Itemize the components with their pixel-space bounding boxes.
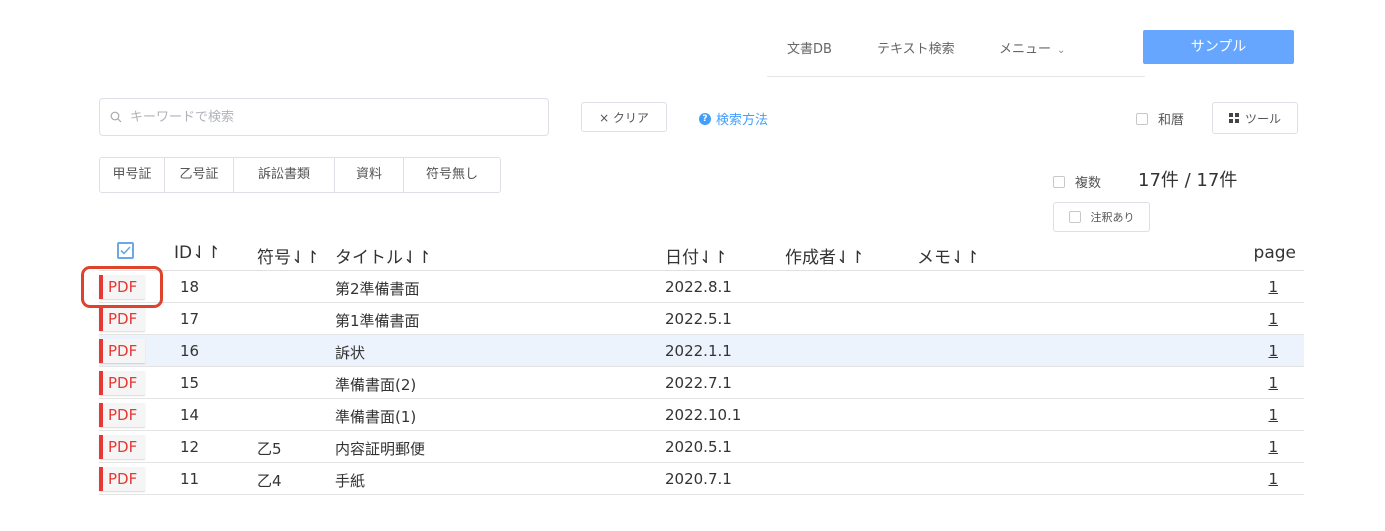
check-icon [120,246,131,255]
category-litigation-docs[interactable]: 訴訟書類 [234,158,335,192]
nav-item-text-search[interactable]: テキスト検索 [877,38,955,57]
multi-label: 複数 [1075,176,1102,191]
cell-date: 2022.8.1 [665,278,732,296]
header-id[interactable]: ID⇃↾ [174,243,221,263]
cell-date: 2022.7.1 [665,374,732,392]
category-no-code[interactable]: 符号無し [404,158,500,192]
cell-id: 17 [180,310,200,328]
cell-date: 2020.5.1 [665,438,732,456]
cell-id: 11 [180,470,200,488]
cell-date: 2022.10.1 [665,406,742,424]
cell-id: 18 [180,278,200,296]
table-row[interactable]: PDF 14 準備書面(1) 2022.10.1 1 [99,399,1304,431]
page-link[interactable]: 1 [1268,374,1278,392]
header-code[interactable]: 符号⇃↾ [257,243,320,268]
category-filter-group: 甲号証 乙号証 訴訟書類 資料 符号無し [99,157,501,193]
cell-id: 16 [180,342,200,360]
table-row[interactable]: PDF 18 第2準備書面 2022.8.1 1 [99,271,1304,303]
chevron-down-icon: ⌄ [1057,45,1066,56]
multi-checkbox[interactable]: 複数 [1053,172,1101,191]
cell-date: 2022.1.1 [665,342,732,360]
pdf-button[interactable]: PDF [99,435,145,459]
cell-code: 乙4 [257,472,282,490]
category-materials[interactable]: 資料 [335,158,404,192]
nav-item-menu[interactable]: メニュー ⌄ [999,38,1065,57]
annotated-label: 注釈あり [1090,211,1135,224]
cell-title: 第2準備書面 [335,280,420,298]
cell-title: 手紙 [335,472,366,490]
pdf-button[interactable]: PDF [99,403,145,427]
cell-title: 訴状 [335,344,366,362]
cell-date: 2022.5.1 [665,310,732,328]
table-header: ID⇃↾ 符号⇃↾ タイトル⇃↾ 日付⇃↾ 作成者⇃↾ メモ⇃↾ page [99,236,1304,271]
nav-item-menu-label: メニュー [999,42,1052,57]
table-row[interactable]: PDF 11 乙4 手紙 2020.7.1 1 [99,463,1304,495]
sample-button[interactable]: サンプル [1143,30,1294,64]
table-row[interactable]: PDF 17 第1準備書面 2022.5.1 1 [99,303,1304,335]
top-nav: 文書DB テキスト検索 メニュー ⌄ [767,28,1145,77]
annotated-filter-checkbox[interactable]: 注釈あり [1053,202,1150,232]
cell-title: 第1準備書面 [335,312,420,330]
cell-date: 2020.7.1 [665,470,732,488]
nav-item-doc-db[interactable]: 文書DB [787,38,832,57]
search-box[interactable] [99,98,549,136]
table-row[interactable]: PDF 12 乙5 内容証明郵便 2020.5.1 1 [99,431,1304,463]
category-otsugosho[interactable]: 乙号証 [165,158,234,192]
page-link[interactable]: 1 [1268,342,1278,360]
pdf-button[interactable]: PDF [99,275,145,299]
page-link[interactable]: 1 [1268,406,1278,424]
cell-code: 乙5 [257,440,282,458]
search-help-link[interactable]: ? 検索方法 [699,109,768,128]
cell-title: 準備書面(2) [335,376,417,394]
cell-title: 内容証明郵便 [335,440,426,458]
pdf-button[interactable]: PDF [99,371,145,395]
page-link[interactable]: 1 [1268,310,1278,328]
document-table: ID⇃↾ 符号⇃↾ タイトル⇃↾ 日付⇃↾ 作成者⇃↾ メモ⇃↾ page PD… [99,236,1304,495]
category-kogosho[interactable]: 甲号証 [100,158,165,192]
cell-title: 準備書面(1) [335,408,417,426]
cell-id: 14 [180,406,200,424]
help-icon: ? [699,112,711,125]
annotated-checkbox-box[interactable] [1068,211,1081,223]
select-all-checkbox[interactable] [117,242,134,259]
page-link[interactable]: 1 [1268,470,1278,488]
search-input[interactable] [128,108,532,126]
table-row[interactable]: PDF 15 準備書面(2) 2022.7.1 1 [99,367,1304,399]
search-icon [110,111,122,123]
multi-checkbox-box[interactable] [1053,175,1065,188]
wareki-label: 和暦 [1158,113,1185,128]
pdf-button[interactable]: PDF [99,307,145,331]
page-link[interactable]: 1 [1268,438,1278,456]
header-date[interactable]: 日付⇃↾ [665,243,728,268]
tool-button-label: ツール [1244,111,1281,126]
result-count: 17件 / 17件 [1138,170,1238,191]
header-memo[interactable]: メモ⇃↾ [917,243,980,268]
page-link[interactable]: 1 [1268,278,1278,296]
search-help-label: 検索方法 [716,113,769,128]
pdf-button[interactable]: PDF [99,339,145,363]
header-author[interactable]: 作成者⇃↾ [785,243,865,268]
header-page: page [1253,243,1296,263]
cell-id: 12 [180,438,200,456]
grid-icon [1228,113,1239,123]
cell-id: 15 [180,374,200,392]
wareki-checkbox[interactable]: 和暦 [1136,109,1184,128]
clear-button[interactable]: × クリア [581,102,667,132]
table-row-highlighted[interactable]: PDF 16 訴状 2022.1.1 1 [99,335,1304,367]
tool-button[interactable]: ツール [1212,102,1298,134]
wareki-checkbox-box[interactable] [1136,112,1148,125]
header-title[interactable]: タイトル⇃↾ [335,243,432,268]
pdf-button[interactable]: PDF [99,467,145,491]
